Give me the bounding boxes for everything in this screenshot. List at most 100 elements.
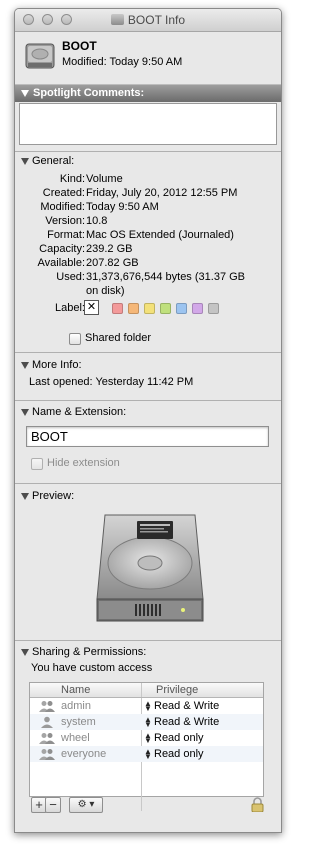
privilege-stepper-icon[interactable]: ▲ ▼	[144, 716, 152, 729]
row-key: Version:	[45, 215, 85, 227]
table-header: Name Privilege	[30, 683, 263, 698]
info-header: BOOT Modified: Today 9:50 AM	[15, 32, 281, 85]
hard-drive-preview-icon	[96, 514, 204, 622]
modified-summary: Modified: Today 9:50 AM	[62, 56, 183, 68]
last-opened: Last opened: Yesterday 11:42 PM	[29, 376, 194, 388]
disclosure-triangle-icon[interactable]	[21, 90, 29, 97]
shared-folder-checkbox[interactable]	[69, 333, 81, 345]
sharing-header[interactable]: Sharing & Permissions:	[15, 643, 281, 661]
capacity-row: Capacity: 239.2 GB	[15, 242, 281, 256]
shared-folder-label: Shared folder	[85, 332, 152, 344]
row-key: Used:	[56, 271, 85, 283]
name-extension-label: Name & Extension:	[32, 406, 127, 418]
more-info-label: More Info:	[32, 359, 82, 371]
table-row[interactable]: everyone ▲ ▼ Read only	[30, 746, 263, 762]
created-row: Created: Friday, July 20, 2012 12:55 PM	[15, 186, 281, 200]
general-label: General:	[32, 155, 75, 167]
general-header[interactable]: General:	[15, 152, 281, 170]
access-text: You have custom access	[31, 662, 153, 674]
name-field[interactable]: BOOT	[26, 426, 269, 447]
row-key: Format:	[47, 229, 85, 241]
preview-label: Preview:	[32, 490, 75, 502]
used-row-continued: on disk)	[15, 284, 281, 298]
spotlight-label: Spotlight Comments:	[33, 87, 145, 99]
used-row: Used: 31,373,676,544 bytes (31.37 GB	[15, 270, 281, 284]
table-row[interactable]: admin ▲ ▼ Read & Write	[30, 698, 263, 714]
group-icon	[39, 733, 55, 744]
privilege-stepper-icon[interactable]: ▲ ▼	[144, 732, 152, 745]
label-key: Label:	[55, 302, 85, 314]
label-color-swatch[interactable]	[176, 303, 187, 314]
group-icon	[39, 749, 55, 760]
sharing-label: Sharing & Permissions:	[32, 646, 147, 658]
preview-section: Preview:	[15, 483, 281, 638]
privilege-popup[interactable]: Read & Write	[154, 698, 219, 714]
label-color-swatch[interactable]	[144, 303, 155, 314]
row-value: 31,373,676,544 bytes (31.37 GB	[86, 271, 246, 283]
row-value: Volume	[86, 173, 123, 185]
row-key: Kind:	[59, 173, 85, 185]
column-privilege-header[interactable]: Privilege	[156, 683, 198, 697]
hide-extension-checkbox[interactable]	[31, 458, 43, 470]
disclosure-triangle-icon[interactable]	[21, 649, 29, 656]
label-color-swatch[interactable]	[192, 303, 203, 314]
spotlight-comments-field[interactable]	[19, 103, 277, 145]
row-value: 10.8	[86, 215, 108, 227]
privilege-stepper-icon[interactable]: ▲ ▼	[144, 700, 152, 713]
title-bar: BOOT Info	[15, 9, 281, 32]
disclosure-triangle-icon[interactable]	[21, 409, 29, 416]
remove-user-button[interactable]: −	[45, 797, 61, 813]
shared-folder-row: Shared folder	[15, 330, 281, 350]
permissions-table: Name Privilege admin ▲ ▼ Read & Write system…	[29, 682, 264, 811]
modified-row: Modified: Today 9:50 AM	[15, 200, 281, 214]
group-icon	[39, 701, 55, 712]
row-key: Modified:	[40, 201, 85, 213]
row-value: 207.82 GB	[86, 257, 139, 269]
hard-drive-icon	[110, 14, 124, 25]
privilege-popup[interactable]: Read only	[154, 730, 204, 746]
hard-drive-icon	[25, 43, 55, 69]
row-value: Mac OS Extended (Journaled)	[86, 229, 234, 241]
table-body: admin ▲ ▼ Read & Write system ▲ ▼ Read & Write w…	[30, 698, 263, 811]
label-color-swatch[interactable]	[112, 303, 123, 314]
name-extension-section: Name & Extension: BOOT Hide extension	[15, 400, 281, 477]
privilege-popup[interactable]: Read only	[154, 746, 204, 762]
row-key: Available:	[37, 257, 86, 269]
name-extension-header[interactable]: Name & Extension:	[15, 403, 281, 421]
lock-icon[interactable]	[251, 797, 264, 812]
disclosure-triangle-icon[interactable]	[21, 362, 29, 369]
disclosure-triangle-icon[interactable]	[21, 158, 29, 165]
label-color-swatch[interactable]	[160, 303, 171, 314]
spotlight-comments-header[interactable]: Spotlight Comments:	[15, 85, 281, 102]
more-info-section: More Info: Last opened: Yesterday 11:42 …	[15, 352, 281, 393]
available-row: Available: 207.82 GB	[15, 256, 281, 270]
no-label-swatch[interactable]: ✕	[84, 300, 99, 315]
table-row[interactable]: wheel ▲ ▼ Read only	[30, 730, 263, 746]
row-value: on disk)	[86, 285, 125, 297]
more-info-header[interactable]: More Info:	[15, 356, 281, 374]
preview-header[interactable]: Preview:	[15, 487, 281, 505]
window-title: BOOT Info	[15, 13, 281, 27]
column-name-header[interactable]: Name	[61, 683, 90, 697]
label-color-swatch[interactable]	[128, 303, 139, 314]
privilege-popup[interactable]: Read & Write	[154, 714, 219, 730]
user-name: everyone	[61, 748, 107, 760]
general-rows: Kind: Volume Created: Friday, July 20, 201…	[15, 172, 281, 298]
row-key: Capacity:	[39, 243, 85, 255]
kind-row: Kind: Volume	[15, 172, 281, 186]
label-color-swatch[interactable]	[208, 303, 219, 314]
hide-extension-label: Hide extension	[47, 457, 120, 469]
disclosure-triangle-icon[interactable]	[21, 493, 29, 500]
volume-name: BOOT	[62, 39, 97, 53]
row-value: Today 9:50 AM	[86, 201, 159, 213]
label-row: Label: ✕	[15, 300, 281, 318]
privilege-stepper-icon[interactable]: ▲ ▼	[144, 748, 152, 761]
user-icon	[41, 716, 53, 728]
table-row[interactable]: system ▲ ▼ Read & Write	[30, 714, 263, 730]
row-value: 239.2 GB	[86, 243, 133, 255]
version-row: Version: 10.8	[15, 214, 281, 228]
action-menu-button[interactable]: ⚙ ▾	[69, 797, 103, 813]
column-divider	[141, 683, 142, 697]
user-name: admin	[61, 700, 91, 712]
row-key: Created:	[42, 187, 85, 199]
